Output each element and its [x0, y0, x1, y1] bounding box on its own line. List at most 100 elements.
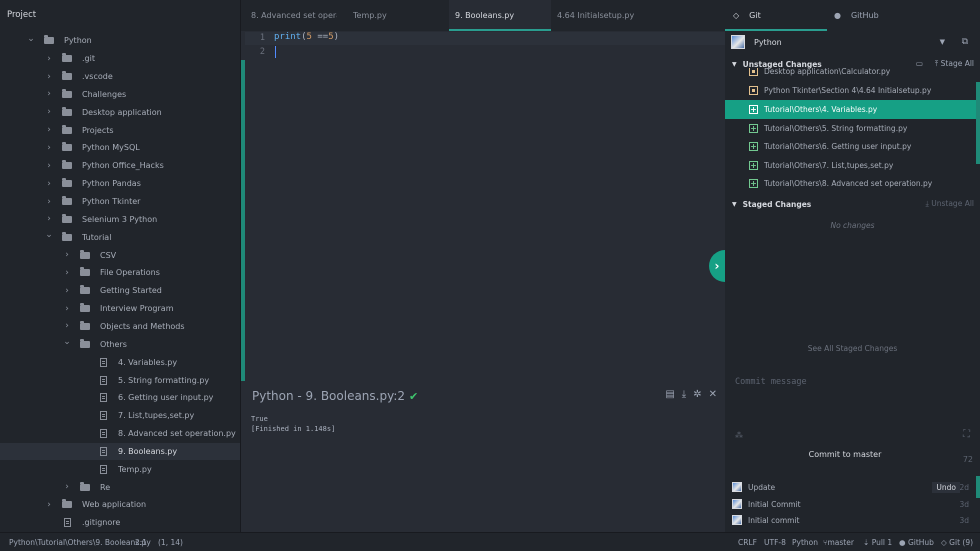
tree-folder[interactable]: › Python Pandas — [0, 175, 240, 193]
chevron-right-icon: › — [65, 285, 69, 296]
stage-icon: ⤒ — [934, 59, 939, 68]
unstaged-file-row[interactable]: Desktop application\Calculator.py — [725, 68, 980, 76]
recent-commit[interactable]: Initial Commit 3d — [725, 496, 980, 512]
unstaged-file-row[interactable]: Python Tkinter\Section 4\4.64 Initialset… — [725, 82, 980, 101]
status-line-ending[interactable]: CRLF — [738, 538, 757, 547]
tree-folder[interactable]: › Re — [0, 478, 240, 496]
settings-icon[interactable]: ✲ — [693, 389, 701, 400]
tab-temp[interactable]: Temp.py — [353, 0, 413, 31]
tab-git[interactable]: ◇ Git — [725, 0, 827, 31]
tree-folder[interactable]: ⌄ Tutorial — [0, 228, 240, 246]
chevron-right-icon: › — [47, 178, 51, 189]
unstaged-file-row[interactable]: + Tutorial\Others\8. Advanced set operati… — [725, 175, 980, 194]
tree-folder[interactable]: › .vscode — [0, 68, 240, 86]
unstaged-file-row[interactable]: + Tutorial\Others\6. Getting user input.p… — [725, 137, 980, 156]
tree-file[interactable]: Temp.py — [0, 460, 240, 478]
tree-folder[interactable]: › Python MySQL — [0, 139, 240, 157]
unstaged-toggle-icon[interactable]: ▼ — [732, 61, 737, 68]
folder-icon — [62, 499, 72, 509]
unstaged-file-path: Tutorial\Others\8. Advanced set operatio… — [764, 179, 933, 189]
tree-item-label: Desktop application — [82, 107, 162, 117]
unstaged-file-row[interactable]: + Tutorial\Others\7. List,tupes,set.py — [725, 156, 980, 175]
tree-folder[interactable]: › File Operations — [0, 264, 240, 282]
recent-commit[interactable]: Update Undo 2d — [725, 479, 980, 495]
github-icon: ● — [834, 11, 841, 20]
co-author-icon[interactable]: ⁂ — [735, 431, 743, 440]
added-status-icon: + — [749, 160, 758, 170]
copy-output-icon[interactable]: ▤ — [665, 389, 674, 400]
tree-file[interactable]: .gitignore — [0, 514, 240, 532]
download-icon[interactable]: ⤓ — [682, 389, 686, 400]
tree-folder[interactable]: › .git — [0, 50, 240, 68]
chevron-down-icon: ⌄ — [45, 230, 53, 241]
tree-file[interactable]: 5. String formatting.py — [0, 371, 240, 389]
close-icon[interactable]: ✕ — [709, 389, 717, 400]
status-cursor-position[interactable]: 2:1 — [135, 538, 147, 547]
tree-item-label: 4. Variables.py — [118, 357, 178, 367]
see-all-staged-link[interactable]: See All Staged Changes — [725, 344, 980, 353]
repo-options-icon[interactable]: ⧉ — [962, 37, 968, 47]
tree-file[interactable]: 7. List,tupes,set.py — [0, 407, 240, 425]
code-editor[interactable]: 1 2 print(5 ==5) — [241, 31, 725, 515]
staged-changes-header: ▼ Staged Changes ⤓ Unstage All — [725, 195, 980, 213]
tree-folder[interactable]: › Projects — [0, 121, 240, 139]
staged-toggle-icon[interactable]: ▼ — [732, 201, 737, 208]
tree-folder[interactable]: › Python Office_Hacks — [0, 157, 240, 175]
chevron-right-icon: › — [714, 259, 720, 273]
status-pull[interactable]: ⇣ Pull 1 — [863, 538, 892, 547]
stage-all-label: Stage All — [940, 59, 974, 68]
tree-file[interactable]: 8. Advanced set operation.py — [0, 425, 240, 443]
tree-folder[interactable]: ⌄ Python — [0, 32, 240, 50]
status-branch[interactable]: ⑂master — [823, 538, 854, 547]
folder-icon — [80, 267, 90, 277]
undo-commit-button[interactable]: Undo — [932, 482, 960, 493]
tree-folder[interactable]: › Desktop application — [0, 103, 240, 121]
tree-folder[interactable]: › Objects and Methods — [0, 318, 240, 336]
unstaged-file-row[interactable]: + Tutorial\Others\5. String formatting.py — [725, 119, 980, 138]
code-line[interactable]: print(5 ==5) — [274, 32, 339, 42]
added-status-icon: + — [749, 179, 758, 189]
tree-folder[interactable]: › Getting Started — [0, 282, 240, 300]
modified-status-icon — [749, 68, 758, 76]
tree-item-label: 7. List,tupes,set.py — [118, 411, 195, 421]
status-grammar[interactable]: Python — [792, 538, 818, 547]
code-function: print — [274, 32, 302, 42]
tree-folder[interactable]: › CSV — [0, 246, 240, 264]
tab-booleans[interactable]: 9. Booleans.py — [449, 0, 551, 31]
unstaged-file-path: Tutorial\Others\6. Getting user input.py — [764, 142, 912, 152]
tab-github[interactable]: ● GitHub — [831, 0, 879, 31]
unstage-all-button[interactable]: ⤓ Unstage All — [926, 199, 974, 209]
unstaged-file-row[interactable]: + Tutorial\Others\4. Variables.py — [725, 100, 980, 119]
tree-file[interactable]: 6. Getting user input.py — [0, 389, 240, 407]
tree-folder[interactable]: › Selenium 3 Python — [0, 211, 240, 229]
chevron-right-icon: › — [65, 267, 69, 278]
editor-tab-bar: 8. Advanced set operat… Temp.py 9. Boole… — [241, 0, 725, 31]
tab-advanced-set-operation[interactable]: 8. Advanced set operat… — [251, 0, 337, 31]
tree-item-label: Objects and Methods — [100, 321, 185, 331]
status-git[interactable]: ◇ Git (9) — [941, 538, 973, 547]
tree-folder[interactable]: › Challenges — [0, 86, 240, 104]
tree-folder[interactable]: › Web application — [0, 496, 240, 514]
chevron-right-icon: › — [47, 160, 51, 171]
repository-selector[interactable]: Python ▼ ⧉ — [725, 31, 980, 53]
tree-file[interactable]: 9. Booleans.py — [0, 442, 240, 461]
status-github[interactable]: ● GitHub — [899, 538, 934, 547]
commit-message-input[interactable] — [735, 377, 970, 387]
tree-folder[interactable]: › Python Tkinter — [0, 193, 240, 211]
expand-editor-icon[interactable]: ⛶ — [963, 429, 970, 440]
tree-folder[interactable]: › Interview Program — [0, 300, 240, 318]
status-file-path[interactable]: Python\Tutorial\Others\9. Booleans.py — [9, 538, 151, 547]
chevron-right-icon: › — [47, 196, 51, 207]
commit-button[interactable]: Commit to master — [725, 450, 965, 459]
recent-commit[interactable]: Initial commit 3d — [725, 512, 980, 528]
git-icon: ◇ — [733, 11, 740, 20]
commit-message: Update — [748, 482, 776, 492]
tree-item-label: Temp.py — [118, 464, 152, 474]
tab-initialsetup[interactable]: 4.64 Initialsetup.py — [557, 0, 657, 31]
tree-item-label: Python — [64, 36, 92, 46]
tree-file[interactable]: 4. Variables.py — [0, 353, 240, 371]
status-encoding[interactable]: UTF-8 — [764, 538, 786, 547]
tree-folder[interactable]: ⌄ Others — [0, 335, 240, 353]
collapse-icon[interactable]: ▭ — [916, 59, 923, 68]
commit-age: 2d — [959, 482, 969, 492]
